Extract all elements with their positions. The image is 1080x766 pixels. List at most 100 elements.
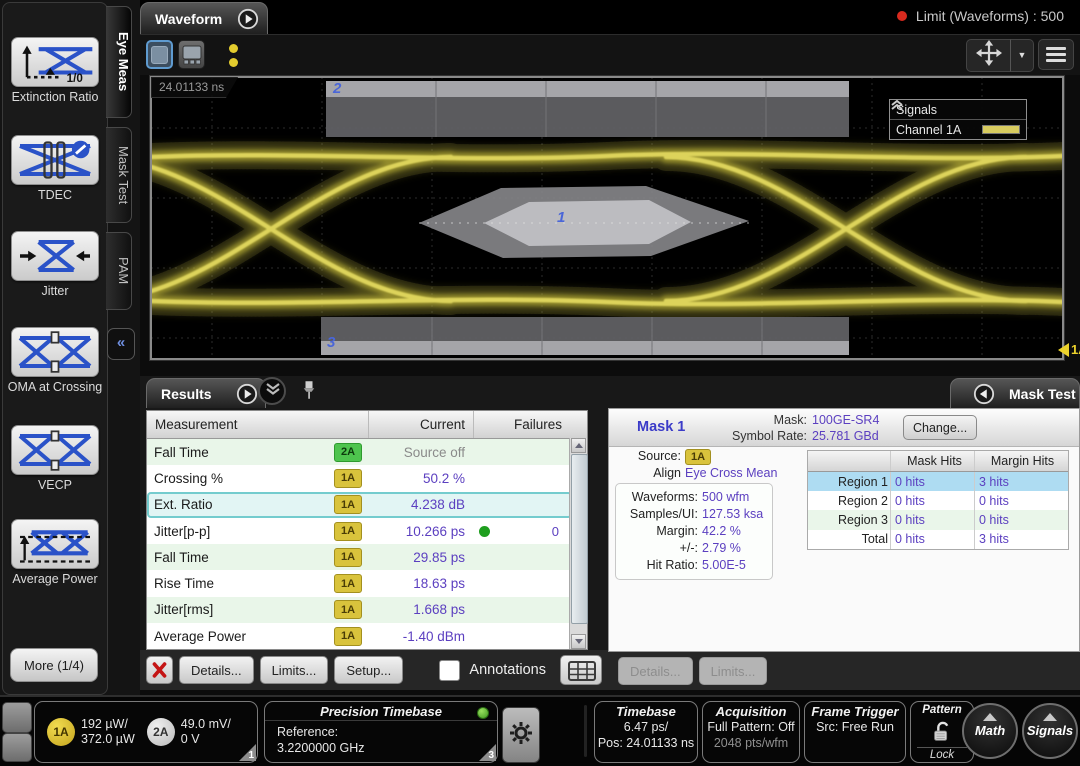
hits-row[interactable]: Region 3 0 hits 0 hits — [808, 510, 1068, 529]
region-label: Region 3 — [808, 513, 890, 527]
acquisition-panel[interactable]: Acquisition Full Pattern: Off 2048 pts/w… — [702, 701, 800, 763]
measurement-row[interactable]: Jitter[rms]1A 1.668 ps — [147, 597, 572, 623]
hits-row[interactable]: Region 2 0 hits 0 hits — [808, 491, 1068, 510]
gear-icon — [509, 721, 533, 750]
results-scrollbar[interactable] — [569, 438, 587, 649]
timebase-panel[interactable]: Timebase 6.47 ps/ Pos: 24.01133 ns — [594, 701, 698, 763]
mask-region-top — [326, 81, 849, 137]
jitter-button[interactable] — [11, 231, 99, 281]
sidebar-tab-eye-meas[interactable]: Eye Meas — [106, 6, 132, 118]
measurement-row[interactable]: Jitter[p-p]1A 10.266 ps 0 — [147, 518, 572, 544]
signals-button[interactable]: Signals — [1022, 703, 1078, 759]
signals-legend[interactable]: Signals Channel 1A — [889, 99, 1027, 140]
delete-measurement-button[interactable] — [146, 656, 173, 684]
vecp-button[interactable] — [11, 425, 99, 475]
status-bar: 1A 192 µW/372.0 µW 2A 49.0 mV/0 V 1 Prec… — [0, 695, 1080, 766]
grid-display-icon — [179, 56, 205, 73]
pin-panel-button[interactable] — [302, 380, 316, 405]
hits-table-header: Mask Hits Margin Hits — [808, 451, 1068, 472]
results-panel: Results Measurement Current Failures Fal… — [140, 376, 608, 690]
failures-value: 0 — [490, 524, 570, 539]
edge-tool-button[interactable] — [2, 702, 32, 733]
channel-offset: 372.0 µW — [81, 732, 135, 746]
column-current[interactable]: Current — [369, 411, 474, 438]
details-button[interactable]: Details... — [179, 656, 254, 684]
more-measurements-button[interactable]: More (1/4) — [10, 648, 98, 682]
channel-color-swatch — [982, 125, 1020, 134]
column-margin-hits: Margin Hits — [974, 451, 1066, 471]
sidebar-tab-pam[interactable]: PAM — [106, 232, 132, 310]
back-icon[interactable] — [973, 383, 995, 405]
channel-badge: 2A — [147, 718, 175, 746]
tab-mask-test[interactable]: Mask Test — [950, 378, 1080, 408]
scroll-up-icon[interactable] — [571, 438, 586, 453]
hits-row[interactable]: Region 1 0 hits 3 hits — [808, 472, 1068, 491]
hits-row[interactable]: Total 0 hits 3 hits — [808, 530, 1068, 549]
play-icon[interactable] — [237, 8, 259, 30]
triangle-up-icon — [1043, 713, 1057, 721]
precision-timebase-panel[interactable]: Precision Timebase Reference: 3.2200000 … — [264, 701, 498, 763]
eye-diagram-display[interactable]: 24.01133 ns 2 3 1 Signals Channel 1A — [150, 76, 1064, 360]
tab-results[interactable]: Results — [146, 378, 266, 408]
measurement-row[interactable]: Crossing %1A 50.2 % — [147, 465, 572, 491]
padlock-open-icon — [930, 733, 954, 747]
measurement-item: Jitter — [3, 231, 107, 298]
channel-status[interactable]: 1A 192 µW/372.0 µW — [47, 717, 135, 747]
channels-panel[interactable]: 1A 192 µW/372.0 µW 2A 49.0 mV/0 V 1 — [34, 701, 258, 763]
measurement-row[interactable]: Rise Time1A 18.63 ps — [147, 570, 572, 596]
scroll-down-icon[interactable] — [571, 634, 586, 649]
tab-waveform[interactable]: Waveform — [140, 2, 268, 34]
edge-tool-button[interactable] — [2, 733, 32, 762]
setup-button[interactable]: Setup... — [334, 656, 403, 684]
detail-value: 42.2 % — [702, 523, 741, 540]
measurement-row[interactable]: Fall Time1A 29.85 ps — [147, 544, 572, 570]
pan-tool-button[interactable] — [966, 39, 1012, 72]
play-icon[interactable] — [236, 383, 258, 405]
measurement-row[interactable]: Ext. Ratio1A 4.238 dB — [147, 492, 572, 518]
settings-button[interactable] — [502, 707, 540, 763]
collapse-panel-button[interactable] — [258, 377, 286, 405]
measurement-name: Average Power — [154, 629, 334, 644]
oma-at-crossing-button[interactable] — [11, 327, 99, 377]
menu-button[interactable] — [1038, 39, 1074, 70]
tdec-button[interactable] — [11, 135, 99, 185]
reference-label: Reference: — [277, 725, 497, 741]
lock-label: Lock — [917, 747, 967, 762]
measurement-item: VECP — [3, 425, 107, 492]
grid-display-button[interactable] — [178, 40, 205, 69]
source-badge: 1A — [334, 600, 362, 619]
channel-scale: 49.0 mV/ — [181, 717, 231, 731]
channel-status[interactable]: 2A 49.0 mV/0 V — [147, 717, 231, 747]
region-label: Region 1 — [808, 475, 890, 489]
mask-test-content: Mask 1 Mask: Symbol Rate: 100GE-SR4 25.7… — [608, 408, 1080, 652]
column-failures[interactable]: Failures — [474, 411, 570, 438]
source-badge: 2A — [334, 443, 362, 462]
average-power-button[interactable] — [11, 519, 99, 569]
table-view-button[interactable] — [560, 655, 602, 685]
single-display-button[interactable] — [146, 40, 173, 69]
column-measurement[interactable]: Measurement — [147, 411, 369, 438]
measurement-label: TDEC — [3, 188, 107, 202]
collapse-sidebar-button[interactable]: « — [107, 328, 135, 360]
math-button[interactable]: Math — [962, 703, 1018, 759]
change-mask-button[interactable]: Change... — [903, 415, 977, 440]
measurement-name: Rise Time — [154, 576, 334, 591]
measurement-row[interactable]: Average Power1A -1.40 dBm — [147, 623, 572, 649]
mask-header: Mask 1 Mask: Symbol Rate: 100GE-SR4 25.7… — [609, 409, 1079, 447]
measurement-row[interactable]: Fall Time2A Source off — [147, 439, 572, 465]
sidebar-tab-strip: Eye Meas Mask Test PAM — [106, 6, 138, 319]
frame-trigger-title: Frame Trigger — [805, 702, 905, 720]
limits-button[interactable]: Limits... — [260, 656, 329, 684]
pan-tool-dropdown[interactable]: ▼ — [1010, 39, 1034, 72]
measurement-item: OMA at Crossing — [3, 327, 107, 394]
frame-trigger-panel[interactable]: Frame Trigger Src: Free Run — [804, 701, 906, 763]
annotations-checkbox[interactable] — [439, 660, 460, 681]
detail-label: Source: — [609, 448, 681, 465]
full-pattern-status: Full Pattern: Off — [703, 720, 799, 736]
sidebar-tab-mask-test[interactable]: Mask Test — [106, 127, 132, 223]
jitter-icon — [16, 265, 94, 280]
panel-number: 1 — [248, 750, 254, 761]
extinction-ratio-button[interactable]: 1/0 — [11, 37, 99, 87]
scrollbar-thumb[interactable] — [571, 454, 588, 624]
results-rows: Fall Time2A Source off Crossing %1A 50.2… — [147, 439, 572, 649]
